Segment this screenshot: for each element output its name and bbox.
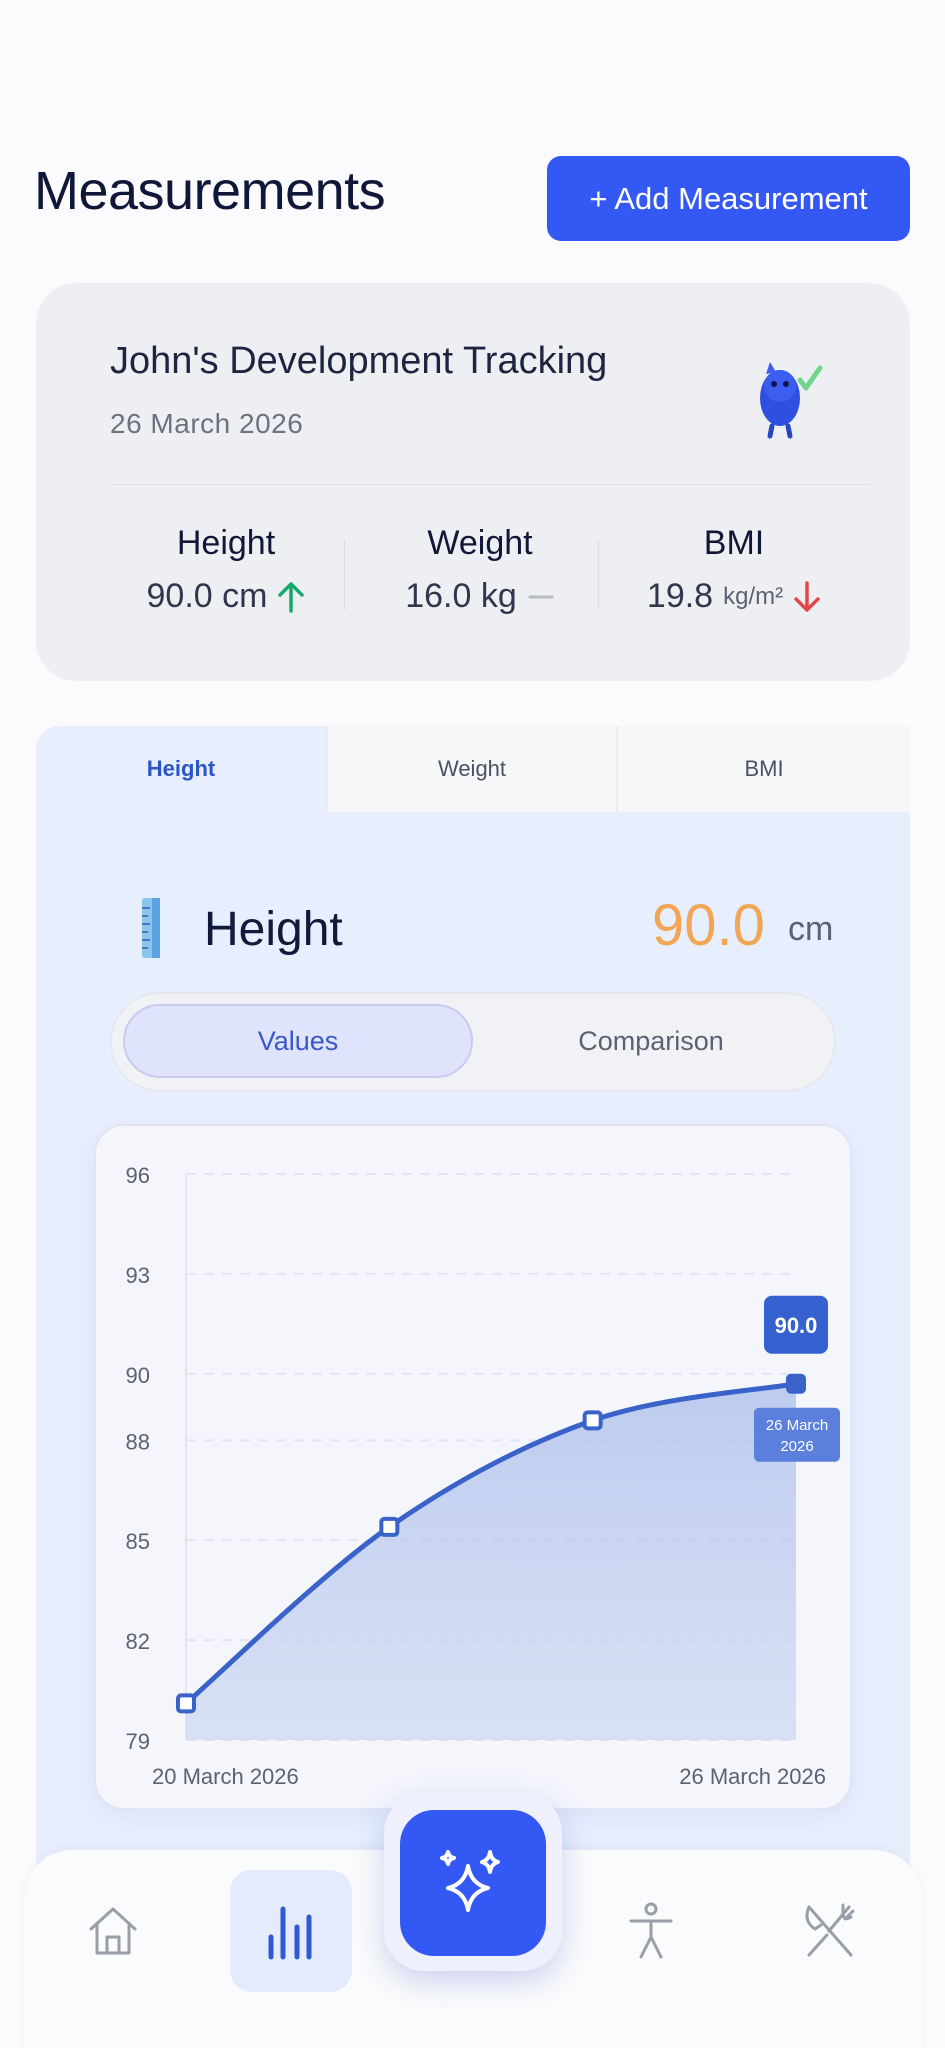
ai-assistant-button[interactable]: [400, 1810, 546, 1956]
metric-unit: cm: [788, 910, 834, 948]
ruler-icon: [142, 898, 160, 958]
tooltip-date: 2026: [780, 1438, 813, 1455]
stat-unit: kg/m²: [723, 582, 784, 610]
nav-body[interactable]: [590, 1870, 712, 1992]
utensils-icon: [805, 1903, 855, 1957]
y-tick-label: 79: [126, 1729, 150, 1754]
data-point: [582, 1410, 603, 1431]
chart-icon: [268, 1906, 312, 1960]
metric-name: Height: [204, 903, 343, 956]
summary-date: 26 March 2026: [110, 408, 304, 439]
sparkles-icon: [440, 1850, 500, 1912]
values-toggle-button[interactable]: Values: [123, 1004, 473, 1078]
x-tick-label: 26 March 2026: [679, 1764, 826, 1789]
mascot-icon: [760, 362, 823, 439]
y-tick-label: 90: [126, 1363, 150, 1388]
tooltip-value: 90.0: [775, 1313, 818, 1338]
y-tick-label: 88: [126, 1429, 150, 1454]
arrow-down-icon: [794, 580, 820, 612]
add-measurement-button[interactable]: + Add Measurement: [547, 156, 910, 241]
summary-title: John's Development Tracking: [110, 340, 608, 382]
stat-value: 19.8: [646, 577, 714, 615]
stat-divider: [344, 540, 345, 610]
data-point: [379, 1516, 400, 1537]
stat-value: 90.0 cm: [146, 577, 268, 615]
tab-weight[interactable]: Weight: [326, 726, 616, 812]
stat-height: Height 90.0 cm: [106, 524, 346, 616]
page-title: Measurements: [34, 161, 386, 221]
stat-weight: Weight 16.0 kg: [360, 524, 600, 616]
metric-value: 90.0: [652, 893, 765, 958]
data-point: [176, 1693, 196, 1714]
comparison-toggle-button[interactable]: Comparison: [478, 1004, 824, 1078]
nav-stats[interactable]: [230, 1870, 352, 1992]
tab-height[interactable]: Height: [36, 726, 326, 812]
data-point: [786, 1373, 806, 1394]
y-tick-label: 93: [126, 1263, 150, 1288]
accessibility-icon: [629, 1902, 673, 1959]
stat-label: Height: [176, 524, 276, 562]
stat-value: 16.0 kg: [405, 577, 517, 615]
x-tick-label: 20 March 2026: [152, 1764, 299, 1789]
height-chart: 96 93 90 88 85 82 79 90.0 26 March 2026 20 March 2…: [126, 1163, 840, 1789]
dash-icon: [528, 595, 554, 598]
home-icon: [89, 1907, 137, 1955]
arrow-up-icon: [278, 581, 305, 613]
y-tick-label: 96: [126, 1163, 150, 1188]
stat-bmi: BMI 19.8 kg/m²: [614, 524, 854, 616]
stat-label: BMI: [703, 524, 765, 562]
tooltip-date: 26 March: [766, 1417, 829, 1434]
nav-home[interactable]: [52, 1870, 174, 1992]
summary-divider: [110, 484, 870, 485]
nav-nutrition[interactable]: [768, 1870, 890, 1992]
y-tick-label: 85: [126, 1529, 150, 1554]
y-tick-label: 82: [126, 1629, 150, 1654]
stat-divider: [598, 540, 599, 610]
stat-label: Weight: [427, 524, 533, 562]
tab-bmi[interactable]: BMI: [616, 726, 910, 812]
area-fill: [186, 1383, 796, 1740]
